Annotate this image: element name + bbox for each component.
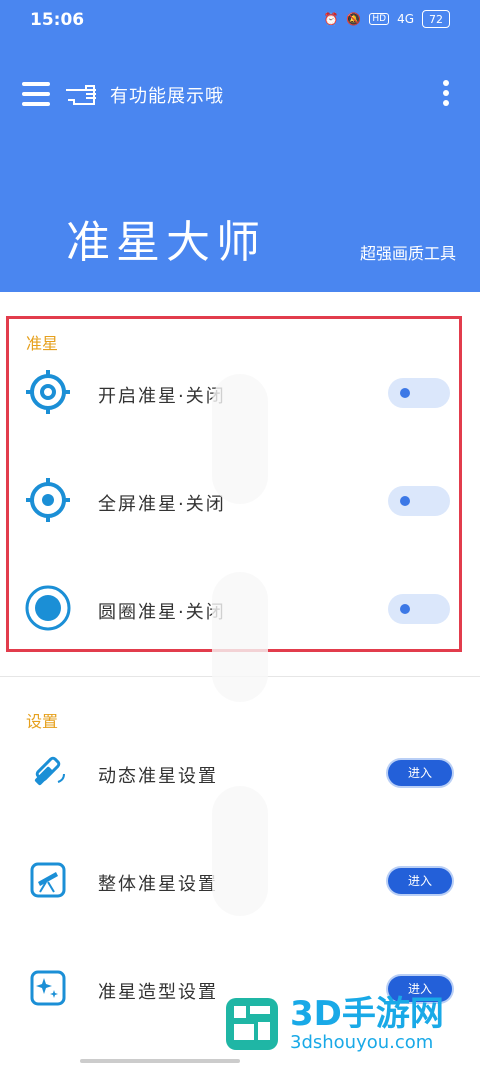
signal-label: 4G <box>397 12 414 26</box>
floating-overlay <box>212 572 268 702</box>
settings-label: 动态准星设置 <box>98 766 218 787</box>
app-title: 准星大师 <box>66 217 266 268</box>
watermark: 3D手游网 3dshouyou.com <box>220 992 444 1056</box>
toolbar: 有功能展示哦 <box>0 72 480 120</box>
settings-label: 准星造型设置 <box>98 982 218 1003</box>
settings-section-title: 设置 <box>26 712 59 731</box>
floating-overlay <box>212 374 268 504</box>
floating-overlay <box>212 786 268 916</box>
app-subtitle: 超强画质工具 <box>359 244 456 263</box>
watermark-logo-icon <box>226 998 278 1050</box>
content: 准星 开启准星·关闭 全屏准星·关闭 圆圈准星·关闭 设置 动态准星设置 进入 … <box>0 292 480 1067</box>
toolbar-title: 有功能展示哦 <box>110 86 224 107</box>
hd-icon: HD <box>369 13 390 25</box>
status-bar: 15:06 ⏰ 🔕 HD 4G 72 <box>0 0 480 40</box>
crosshair-label: 开启准星·关闭 <box>98 386 226 407</box>
crosshair-dot-icon <box>26 478 70 522</box>
enter-button[interactable]: 进入 <box>388 868 452 894</box>
watermark-title: 3D手游网 <box>290 993 444 1034</box>
crosshair-section-title: 准星 <box>26 334 59 353</box>
pointing-hand-icon <box>66 85 96 105</box>
crosshair-ring-icon <box>26 370 70 414</box>
telescope-icon <box>30 862 66 898</box>
satellite-icon <box>34 756 65 786</box>
nav-bar-handle[interactable] <box>80 1059 240 1063</box>
settings-label: 整体准星设置 <box>98 874 218 895</box>
sparkle-icon <box>30 970 66 1006</box>
menu-icon[interactable] <box>22 82 50 106</box>
crosshair-label: 全屏准星·关闭 <box>98 494 226 515</box>
circle-dot-icon <box>25 585 71 631</box>
toggle-switch[interactable] <box>388 486 450 516</box>
more-options-icon[interactable] <box>442 80 450 110</box>
alarm-icon: ⏰ <box>323 12 339 26</box>
toggle-switch[interactable] <box>388 378 450 408</box>
mute-icon: 🔕 <box>346 12 362 26</box>
status-icons: ⏰ 🔕 HD 4G 72 <box>323 10 450 28</box>
enter-button[interactable]: 进入 <box>388 760 452 786</box>
status-time: 15:06 <box>30 10 85 30</box>
toggle-switch[interactable] <box>388 594 450 624</box>
crosshair-label: 圆圈准星·关闭 <box>98 602 226 623</box>
battery-level: 72 <box>422 10 450 28</box>
watermark-url: 3dshouyou.com <box>290 1031 434 1053</box>
header: 15:06 ⏰ 🔕 HD 4G 72 有功能展示哦 准星大师 超强画质工具 <box>0 0 480 292</box>
